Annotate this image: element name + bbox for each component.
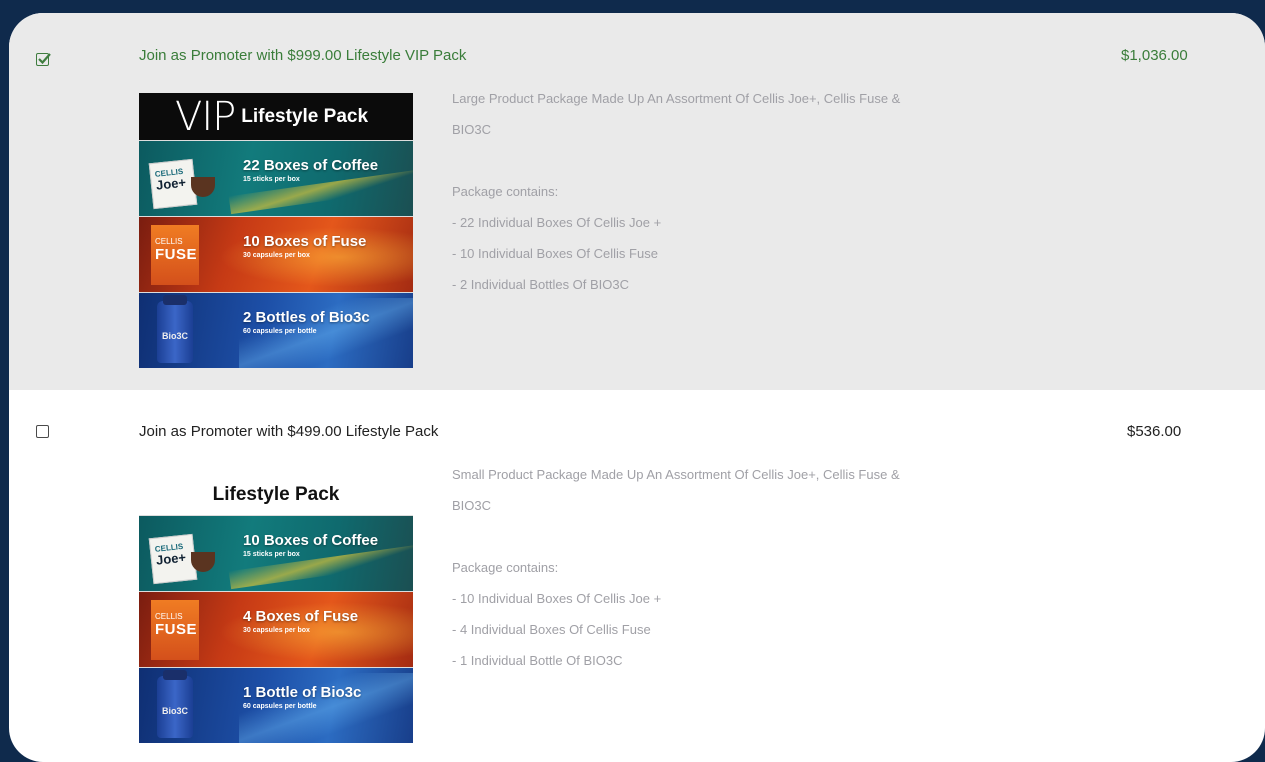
band-subline: 60 capsules per bottle — [243, 328, 317, 335]
pack-band-coffee: CELLIS Joe+ 10 Boxes of Coffee 15 sticks… — [139, 515, 413, 591]
package-image-standard: Lifestyle Pack CELLIS Joe+ 10 Boxes of C… — [139, 468, 413, 743]
package-price: $1,036.00 — [1121, 47, 1188, 64]
package-checkbox-checked[interactable] — [36, 53, 51, 66]
band-subline: 30 capsules per box — [243, 627, 310, 634]
checkmark-icon — [38, 53, 51, 65]
description-line: BIO3C — [452, 122, 492, 137]
pack-band-bio: Bio3C 1 Bottle of Bio3c 60 capsules per … — [139, 667, 413, 743]
band-headline: 1 Bottle of Bio3c — [243, 684, 362, 701]
fuse-box-icon: CELLIS FUSE — [151, 225, 199, 285]
contains-item: - 10 Individual Boxes Of Cellis Fuse — [452, 246, 658, 261]
contains-item: - 22 Individual Boxes Of Cellis Joe + — [452, 215, 662, 230]
band-subline: 30 capsules per box — [243, 252, 310, 259]
contains-label: Package contains: — [452, 560, 559, 575]
band-headline: 10 Boxes of Coffee — [243, 532, 379, 549]
fuse-box-icon: CELLIS FUSE — [151, 600, 199, 660]
description-line: BIO3C — [452, 498, 492, 513]
bio3c-bottle-icon: Bio3C — [157, 670, 193, 738]
contains-item: - 4 Individual Boxes Of Cellis Fuse — [452, 622, 651, 637]
band-headline: 4 Boxes of Fuse — [243, 608, 359, 625]
package-price: $536.00 — [1127, 423, 1182, 440]
package-description: Small Product Package Made Up An Assortm… — [452, 459, 1042, 676]
pack-band-bio: Bio3C 2 Bottles of Bio3c 60 capsules per… — [139, 292, 413, 368]
pack-image-title: Lifestyle Pack — [139, 468, 413, 515]
pack-band-fuse: CELLIS FUSE 4 Boxes of Fuse 30 capsules … — [139, 591, 413, 667]
package-checkbox[interactable] — [36, 425, 49, 438]
package-description: Large Product Package Made Up An Assortm… — [452, 83, 1042, 300]
coffee-cup-icon — [191, 552, 215, 572]
contains-item: - 2 Individual Bottles Of BIO3C — [452, 277, 630, 292]
package-option-standard[interactable]: Join as Promoter with $499.00 Lifestyle … — [9, 390, 1265, 762]
pack-image-vip-label: VIP — [175, 93, 236, 140]
band-headline: 22 Boxes of Coffee — [243, 157, 379, 174]
contains-item: - 1 Individual Bottle Of BIO3C — [452, 653, 623, 668]
coffee-cup-icon — [191, 177, 215, 197]
band-subline: 15 sticks per box — [243, 551, 300, 558]
pack-image-header: VIP Lifestyle Pack — [139, 93, 413, 140]
pack-band-coffee: CELLIS Joe+ 22 Boxes of Coffee 15 sticks… — [139, 140, 413, 216]
contains-label: Package contains: — [452, 184, 559, 199]
coffee-box-icon: CELLIS Joe+ — [148, 158, 198, 210]
band-headline: 10 Boxes of Fuse — [243, 233, 367, 250]
package-image-vip: VIP Lifestyle Pack CELLIS Joe+ 22 Boxes … — [139, 93, 413, 368]
band-headline: 2 Bottles of Bio3c — [243, 309, 370, 326]
package-title[interactable]: Join as Promoter with $499.00 Lifestyle … — [139, 423, 438, 440]
band-subline: 15 sticks per box — [243, 176, 300, 183]
bio3c-bottle-icon: Bio3C — [157, 295, 193, 363]
coffee-box-icon: CELLIS Joe+ — [148, 533, 198, 585]
pack-band-fuse: CELLIS FUSE 10 Boxes of Fuse 30 capsules… — [139, 216, 413, 292]
description-line: Large Product Package Made Up An Assortm… — [452, 91, 901, 106]
package-selection-panel: Join as Promoter with $999.00 Lifestyle … — [9, 13, 1265, 762]
package-title[interactable]: Join as Promoter with $999.00 Lifestyle … — [139, 47, 466, 64]
package-option-vip[interactable]: Join as Promoter with $999.00 Lifestyle … — [9, 13, 1265, 390]
pack-image-title: Lifestyle Pack — [241, 105, 369, 127]
description-line: Small Product Package Made Up An Assortm… — [452, 467, 900, 482]
contains-item: - 10 Individual Boxes Of Cellis Joe + — [452, 591, 662, 606]
band-subline: 60 capsules per bottle — [243, 703, 317, 710]
